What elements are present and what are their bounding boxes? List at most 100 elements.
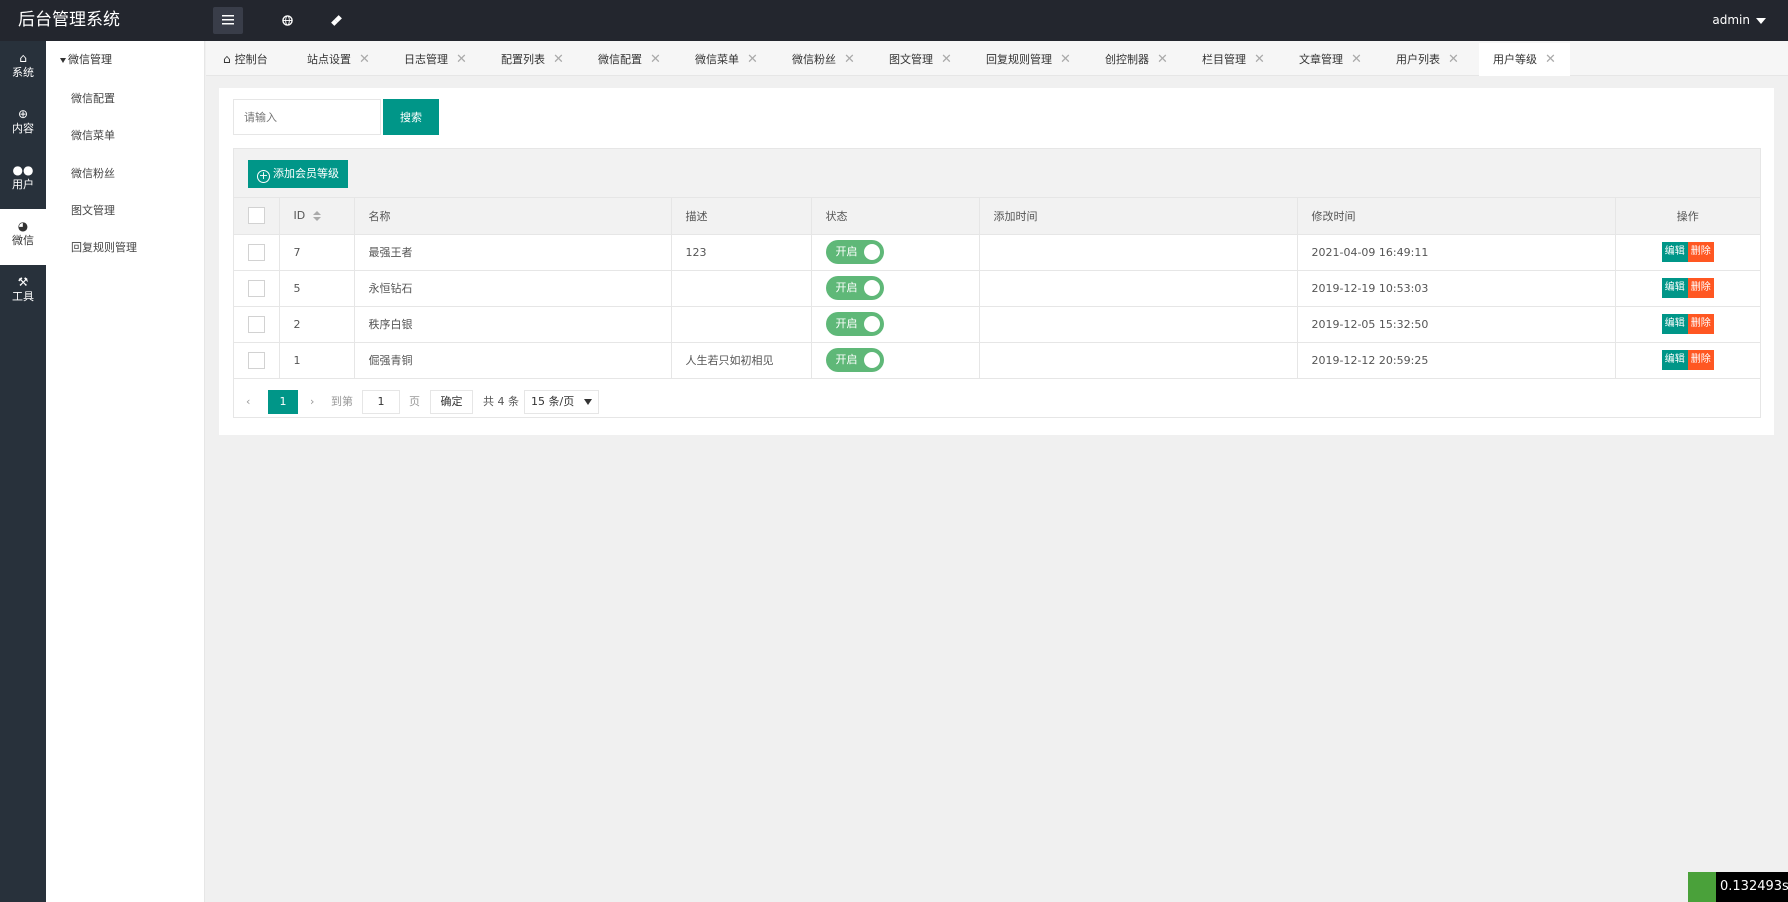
prev-page-icon[interactable]: ‹ xyxy=(246,390,250,414)
app-title: 后台管理系统 xyxy=(18,10,120,30)
row-checkbox[interactable] xyxy=(248,279,265,297)
col-id-label: ID xyxy=(293,209,306,223)
menu-toggle-button[interactable] xyxy=(213,7,243,34)
close-icon[interactable]: ✕ xyxy=(1060,52,1071,67)
delete-button[interactable]: 删除 xyxy=(1687,242,1714,262)
cell-id: 5 xyxy=(279,270,355,307)
tab-wechat-config[interactable]: 微信配置 ✕ xyxy=(598,43,661,76)
goto-page-input[interactable]: 1 xyxy=(362,390,400,414)
current-page[interactable]: 1 xyxy=(268,390,298,414)
page-size-select[interactable]: 15 条/页 xyxy=(524,390,599,414)
cell-name: 秩序白银 xyxy=(354,306,672,343)
tab-label: 用户等级 xyxy=(1493,53,1537,66)
next-page-icon[interactable]: › xyxy=(310,390,314,414)
tab-wechat-fans[interactable]: 微信粉丝 ✕ xyxy=(792,43,855,76)
close-icon[interactable]: ✕ xyxy=(359,52,370,67)
user-menu[interactable]: admin xyxy=(1712,0,1766,40)
tab-user-list[interactable]: 用户列表 ✕ xyxy=(1396,43,1459,76)
search-button[interactable]: 搜索 xyxy=(383,99,439,135)
globe-button[interactable] xyxy=(272,7,302,34)
tab-dashboard[interactable]: ⌂ 控制台 xyxy=(223,43,268,76)
username: admin xyxy=(1712,13,1750,27)
tab-article-manage[interactable]: 文章管理 ✕ xyxy=(1299,43,1362,76)
submenu-item-wechat-menu[interactable]: 微信菜单 xyxy=(71,127,115,143)
cell-added-time xyxy=(979,342,1298,379)
close-icon[interactable]: ✕ xyxy=(1254,52,1265,67)
close-icon[interactable]: ✕ xyxy=(941,52,952,67)
status-toggle[interactable]: 开启 xyxy=(825,276,884,300)
tab-site-settings[interactable]: 站点设置 ✕ xyxy=(307,43,370,76)
col-id[interactable]: ID xyxy=(279,198,355,235)
cell-id: 1 xyxy=(279,342,355,379)
add-button-label: 添加会员等级 xyxy=(273,167,339,180)
tab-label: 站点设置 xyxy=(307,53,351,66)
delete-button[interactable]: 删除 xyxy=(1687,350,1714,370)
edit-button[interactable]: 编辑 xyxy=(1661,314,1688,334)
close-icon[interactable]: ✕ xyxy=(553,52,564,67)
plus-circle-icon: ⊕ xyxy=(17,107,29,121)
goto-suffix: 页 xyxy=(409,395,420,408)
sort-icon[interactable] xyxy=(313,211,322,222)
module-tools[interactable]: ⚒ 工具 xyxy=(0,265,46,321)
module-system[interactable]: ⌂ 系统 xyxy=(0,41,46,97)
tab-bar: ⌂ 控制台 站点设置 ✕ 日志管理 ✕ 配置列表 ✕ 微信配置 ✕ 微信菜单 ✕ 微信粉丝 ✕… xyxy=(206,41,1788,76)
tab-label: 微信粉丝 xyxy=(792,53,836,66)
status-toggle[interactable]: 开启 xyxy=(825,240,884,264)
col-added-time: 添加时间 xyxy=(979,198,1298,235)
clear-cache-button[interactable] xyxy=(321,7,351,34)
select-all-checkbox[interactable] xyxy=(248,207,265,225)
edit-button[interactable]: 编辑 xyxy=(1661,242,1688,262)
wechat-icon: ◕ xyxy=(17,219,29,233)
cell-status: 开启 xyxy=(811,342,980,379)
edit-button[interactable]: 编辑 xyxy=(1661,350,1688,370)
toggle-knob xyxy=(863,316,880,332)
tab-wechat-menu[interactable]: 微信菜单 ✕ xyxy=(695,43,758,76)
pagination: ‹ 1 › 到第 1 页 确定 共 4 条 15 条/页 xyxy=(234,382,1760,418)
module-wechat[interactable]: ◕ 微信 xyxy=(0,209,46,265)
table-row: 1 倔强青铜 人生若只如初相见 开启 2019-12-12 20:59:25 编… xyxy=(234,342,1760,379)
tab-news-manage[interactable]: 图文管理 ✕ xyxy=(889,43,952,76)
close-icon[interactable]: ✕ xyxy=(747,52,758,67)
tab-log-manage[interactable]: 日志管理 ✕ xyxy=(404,43,467,76)
cell-id: 2 xyxy=(279,306,355,343)
close-icon[interactable]: ✕ xyxy=(456,52,467,67)
close-icon[interactable]: ✕ xyxy=(1351,52,1362,67)
toggle-label: 开启 xyxy=(835,245,858,258)
tab-reply-rules[interactable]: 回复规则管理 ✕ xyxy=(986,43,1071,76)
submenu-group-wechat[interactable]: 微信管理 xyxy=(60,51,112,67)
status-toggle[interactable]: 开启 xyxy=(825,312,884,336)
delete-button[interactable]: 删除 xyxy=(1687,314,1714,334)
tab-user-level[interactable]: 用户等级 ✕ xyxy=(1479,43,1570,76)
module-users[interactable]: ●● 用户 xyxy=(0,153,46,209)
row-checkbox[interactable] xyxy=(248,315,265,333)
close-icon[interactable]: ✕ xyxy=(1157,52,1168,67)
close-icon[interactable]: ✕ xyxy=(844,52,855,67)
close-icon[interactable]: ✕ xyxy=(650,52,661,67)
close-icon[interactable]: ✕ xyxy=(1448,52,1459,67)
debug-timer-badge[interactable]: 0.132493s xyxy=(1688,872,1788,902)
submenu-item-news[interactable]: 图文管理 xyxy=(71,202,115,218)
goto-confirm-button[interactable]: 确定 xyxy=(430,390,473,414)
delete-button[interactable]: 删除 xyxy=(1687,278,1714,298)
module-content[interactable]: ⊕ 内容 xyxy=(0,97,46,153)
row-checkbox[interactable] xyxy=(248,243,265,261)
tab-label: 控制台 xyxy=(234,53,268,66)
submenu-item-wechat-config[interactable]: 微信配置 xyxy=(71,90,115,106)
edit-button[interactable]: 编辑 xyxy=(1661,278,1688,298)
cell-added-time xyxy=(979,306,1298,343)
tab-create-controller[interactable]: 创控制器 ✕ xyxy=(1105,43,1168,76)
submenu-item-wechat-fans[interactable]: 微信粉丝 xyxy=(71,165,115,181)
add-member-level-button[interactable]: + 添加会员等级 xyxy=(248,160,348,188)
cell-status: 开启 xyxy=(811,270,980,307)
users-icon: ●● xyxy=(12,163,34,177)
submenu-item-reply-rules[interactable]: 回复规则管理 xyxy=(71,239,137,255)
close-icon[interactable]: ✕ xyxy=(1545,52,1556,67)
tab-config-list[interactable]: 配置列表 ✕ xyxy=(501,43,564,76)
row-checkbox[interactable] xyxy=(248,351,265,369)
tab-label: 日志管理 xyxy=(404,53,448,66)
cell-desc xyxy=(671,306,812,343)
status-toggle[interactable]: 开启 xyxy=(825,348,884,372)
caret-down-icon xyxy=(60,57,66,63)
tab-column-manage[interactable]: 栏目管理 ✕ xyxy=(1202,43,1265,76)
search-input[interactable] xyxy=(233,99,381,135)
